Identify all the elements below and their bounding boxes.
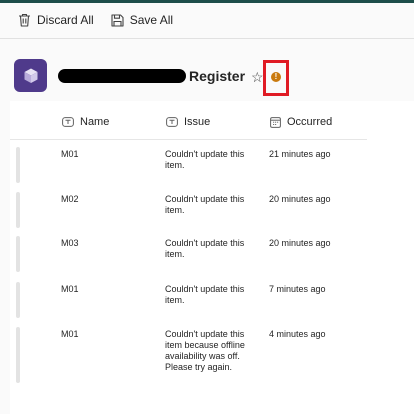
cell-name: M01 [61, 329, 79, 339]
cell-occurred: 7 minutes ago [269, 284, 326, 294]
row-indicator [16, 282, 20, 318]
text-field-icon [166, 117, 178, 127]
command-bar: Discard All Save All [0, 3, 414, 37]
save-all-button[interactable]: Save All [105, 6, 179, 34]
cell-name: M01 [61, 284, 79, 294]
cube-icon [24, 68, 37, 83]
cell-name: M03 [61, 238, 79, 248]
table-row[interactable]: M02 Couldn't update this item. 20 minute… [10, 192, 414, 232]
header-divider [10, 139, 367, 140]
row-indicator [16, 192, 20, 228]
cell-issue: Couldn't update this item. [165, 149, 245, 170]
discard-all-label: Discard All [37, 13, 94, 27]
cell-name: M01 [61, 149, 79, 159]
cell-occurred: 21 minutes ago [269, 149, 331, 159]
column-header-issue[interactable]: Issue [166, 114, 210, 130]
column-header-name[interactable]: Name [62, 114, 109, 130]
cell-issue: Couldn't update this item because offlin… [165, 329, 245, 372]
cell-occurred: 20 minutes ago [269, 194, 331, 204]
favorite-star-icon[interactable]: ☆ [251, 69, 264, 85]
column-header-occurred[interactable]: Occurred [270, 114, 332, 130]
cell-issue: Couldn't update this item. [165, 284, 245, 305]
save-all-label: Save All [129, 13, 174, 27]
calendar-icon [270, 116, 281, 128]
save-icon [111, 13, 124, 27]
cell-issue: Couldn't update this item. [165, 194, 245, 215]
column-header-occurred-label: Occurred [287, 116, 333, 128]
cell-name: M02 [61, 194, 79, 204]
page-title: Register [189, 68, 246, 84]
toolbar-divider [0, 38, 414, 39]
page-header: Register ☆ ! [0, 40, 414, 102]
discard-all-button[interactable]: Discard All [12, 6, 100, 34]
table-row[interactable]: M01 Couldn't update this item. 7 minutes… [10, 282, 414, 322]
issues-panel: Name Issue Occurred M01 Couldn't update … [10, 101, 414, 414]
trash-icon [19, 13, 30, 27]
column-header-name-label: Name [80, 116, 110, 128]
app-icon [14, 59, 47, 92]
text-field-icon [62, 117, 74, 127]
cell-issue: Couldn't update this item. [165, 238, 245, 259]
row-indicator [16, 236, 20, 272]
row-indicator [16, 327, 20, 383]
redacted-title-block [58, 69, 186, 83]
warning-info-icon[interactable]: ! [271, 72, 281, 82]
column-header-issue-label: Issue [184, 116, 211, 128]
table-row[interactable]: M01 Couldn't update this item because of… [10, 327, 414, 389]
table-row[interactable]: M01 Couldn't update this item. 21 minute… [10, 147, 414, 187]
cell-occurred: 4 minutes ago [269, 329, 326, 339]
cell-occurred: 20 minutes ago [269, 238, 331, 248]
table-row[interactable]: M03 Couldn't update this item. 20 minute… [10, 236, 414, 276]
row-indicator [16, 147, 20, 183]
